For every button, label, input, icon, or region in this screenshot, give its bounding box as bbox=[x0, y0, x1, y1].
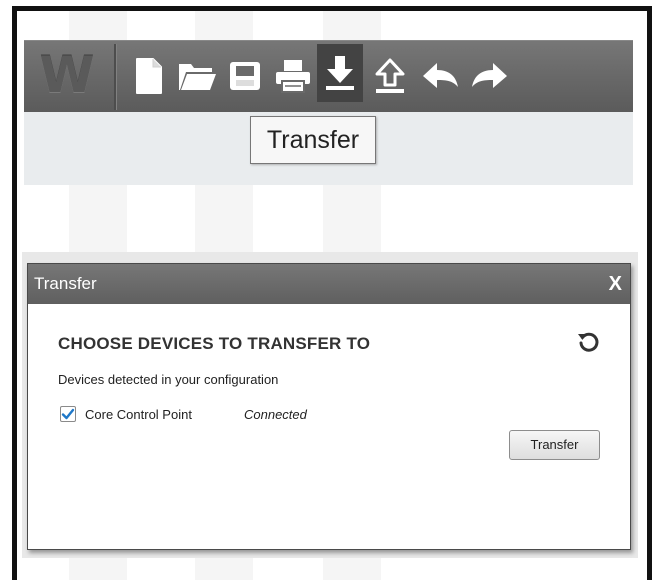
dialog-titlebar: Transfer X bbox=[28, 264, 630, 304]
new-file-button[interactable] bbox=[126, 50, 172, 102]
main-toolbar: W bbox=[24, 40, 633, 112]
save-icon bbox=[230, 62, 260, 90]
refresh-button[interactable] bbox=[576, 330, 600, 354]
dialog-title: Transfer bbox=[34, 274, 97, 293]
upload-button[interactable] bbox=[367, 50, 413, 102]
open-folder-button[interactable] bbox=[174, 50, 220, 102]
undo-button[interactable] bbox=[417, 50, 463, 102]
printer-icon bbox=[276, 60, 310, 93]
new-file-icon bbox=[136, 58, 162, 94]
device-checkbox[interactable] bbox=[60, 406, 76, 422]
transfer-tooltip: Transfer bbox=[250, 116, 376, 164]
close-button[interactable]: X bbox=[609, 264, 622, 304]
print-button[interactable] bbox=[270, 50, 316, 102]
undo-arrow-icon bbox=[423, 63, 458, 88]
save-button[interactable] bbox=[222, 50, 268, 102]
devices-description: Devices detected in your configuration bbox=[58, 372, 279, 387]
device-name: Core Control Point bbox=[85, 406, 192, 422]
transfer-submit-button[interactable]: Transfer bbox=[509, 430, 600, 460]
app-logo: W bbox=[39, 46, 95, 104]
redo-button[interactable] bbox=[467, 50, 513, 102]
refresh-icon bbox=[578, 332, 599, 352]
upload-arrow-icon bbox=[375, 58, 405, 93]
device-status: Connected bbox=[244, 406, 307, 422]
transfer-button[interactable] bbox=[317, 44, 363, 102]
dialog-heading: CHOOSE DEVICES TO TRANSFER TO bbox=[58, 334, 371, 353]
redo-arrow-icon bbox=[472, 63, 507, 88]
checkmark-icon bbox=[61, 408, 75, 420]
download-arrow-icon bbox=[326, 56, 354, 90]
transfer-dialog: Transfer X CHOOSE DEVICES TO TRANSFER TO… bbox=[27, 263, 631, 550]
folder-open-icon bbox=[179, 64, 216, 90]
device-row: Core Control Point Connected bbox=[60, 404, 307, 424]
toolbar-separator bbox=[114, 44, 116, 110]
